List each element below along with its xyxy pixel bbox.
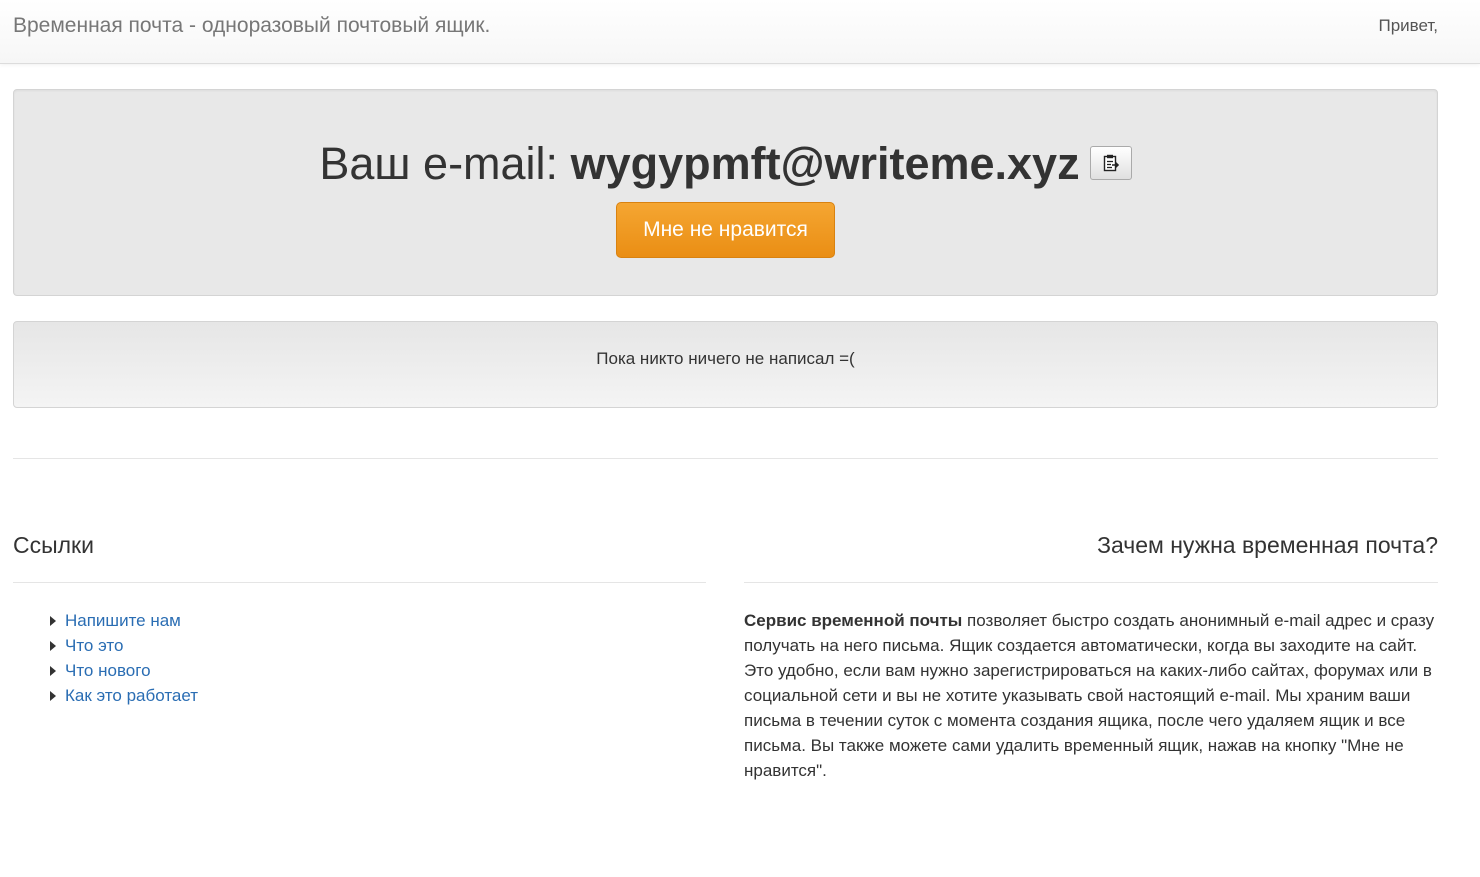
site-brand[interactable]: Временная почта - одноразовый почтовый я… bbox=[13, 13, 490, 39]
email-address[interactable]: wygypmft@writeme.xyz bbox=[571, 138, 1080, 189]
about-lead: Сервис временной почты bbox=[744, 611, 963, 630]
email-line: Ваш e-mail: wygypmft@writeme.xyz bbox=[14, 136, 1437, 192]
about-heading: Зачем нужна временная почта? bbox=[1097, 532, 1438, 558]
copy-email-button[interactable] bbox=[1089, 146, 1132, 181]
bullet-icon bbox=[50, 691, 56, 701]
links-heading: Ссылки bbox=[13, 532, 94, 558]
dislike-email-button[interactable]: Мне не нравится bbox=[616, 202, 835, 258]
links-list: Напишите нам Что это Что нового Как это … bbox=[48, 608, 198, 708]
list-item: Что это bbox=[48, 633, 198, 658]
bullet-icon bbox=[50, 666, 56, 676]
bullet-icon bbox=[50, 616, 56, 626]
bullet-icon bbox=[50, 641, 56, 651]
user-greeting: Привет, bbox=[1378, 16, 1438, 35]
email-label: Ваш e-mail: bbox=[319, 138, 571, 189]
link-what-is-this[interactable]: Что это bbox=[65, 636, 123, 655]
email-panel: Ваш e-mail: wygypmft@writeme.xyz Мне не … bbox=[13, 89, 1438, 296]
clipboard-icon bbox=[1103, 154, 1119, 172]
link-how-it-works[interactable]: Как это работает bbox=[65, 686, 198, 705]
about-body: позволяет быстро создать анонимный e-mai… bbox=[744, 611, 1435, 780]
inbox-panel: Пока никто ничего не написал =( bbox=[13, 321, 1438, 408]
list-item: Напишите нам bbox=[48, 608, 198, 633]
list-item: Что нового bbox=[48, 658, 198, 683]
section-divider bbox=[13, 458, 1438, 459]
about-heading-divider bbox=[744, 582, 1438, 583]
links-heading-divider bbox=[13, 582, 706, 583]
top-navbar: Временная почта - одноразовый почтовый я… bbox=[0, 0, 1480, 64]
link-contact-us[interactable]: Напишите нам bbox=[65, 611, 181, 630]
inbox-empty-message: Пока никто ничего не написал =( bbox=[596, 349, 855, 368]
list-item: Как это работает bbox=[48, 683, 198, 708]
about-text: Сервис временной почты позволяет быстро … bbox=[744, 608, 1438, 783]
link-whats-new[interactable]: Что нового bbox=[65, 661, 151, 680]
